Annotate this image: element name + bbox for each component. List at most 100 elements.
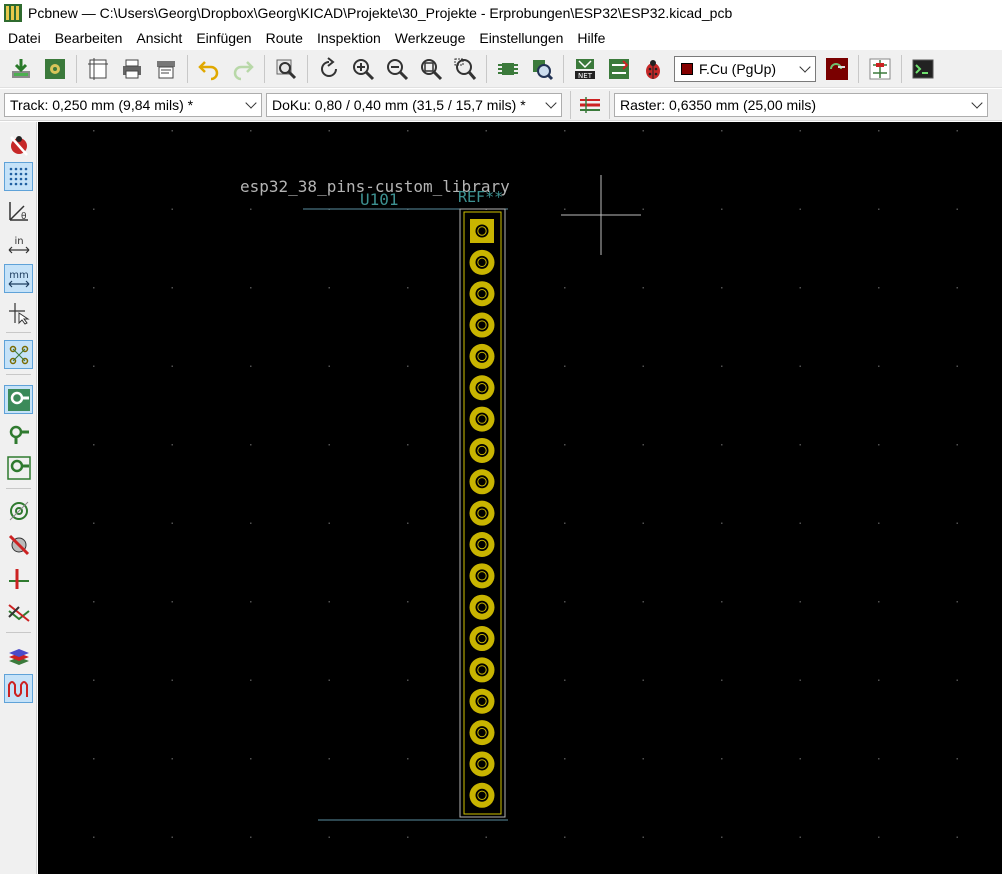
grid-dot: [564, 679, 566, 681]
toolbar-separator: [563, 54, 564, 83]
pad[interactable]: [469, 626, 495, 652]
grid-dot: [171, 208, 173, 210]
zoom-in-button[interactable]: [348, 54, 378, 84]
menu-datei[interactable]: Datei: [0, 27, 48, 49]
footprint-editor-button[interactable]: [493, 54, 523, 84]
pad[interactable]: [469, 312, 495, 338]
redo-button[interactable]: [228, 54, 258, 84]
zoom-fit-button[interactable]: [416, 54, 446, 84]
pad[interactable]: [469, 782, 495, 808]
drc-button[interactable]: [638, 54, 668, 84]
microwave-tools-button[interactable]: [865, 54, 895, 84]
track-sketch-button[interactable]: [4, 564, 33, 593]
pad[interactable]: [469, 281, 495, 307]
cursor-shape-button[interactable]: [4, 298, 33, 327]
netlist-icon: NET: [575, 58, 595, 80]
pcb-canvas[interactable]: esp32_38_pins-custom_library U101 REF**: [38, 122, 1002, 874]
menu-inspektion[interactable]: Inspektion: [310, 27, 388, 49]
options-toolbar: Track: 0,250 mm (9,84 mils) * DoKu: 0,80…: [0, 89, 1002, 121]
pad[interactable]: [469, 688, 495, 714]
microwave-toolbar-button[interactable]: [4, 674, 33, 703]
pad[interactable]: [469, 375, 495, 401]
menu-route[interactable]: Route: [259, 27, 310, 49]
board-setup-button[interactable]: [40, 54, 70, 84]
update-pcb-button[interactable]: [604, 54, 634, 84]
zoom-selection-button[interactable]: [450, 54, 480, 84]
layer-color-swatch: [681, 62, 693, 75]
grid-dot: [171, 287, 173, 289]
save-board-button[interactable]: [6, 54, 36, 84]
page-settings-button[interactable]: [83, 54, 113, 84]
auto-track-width-button[interactable]: [577, 92, 603, 118]
zone-sketch-icon: [6, 455, 31, 480]
pcb-view[interactable]: esp32_38_pins-custom_library U101 REF**: [38, 122, 1002, 874]
units-mm-button[interactable]: mm: [4, 264, 33, 293]
show-ratsnest-button[interactable]: [4, 340, 33, 369]
footprint-browser-icon: [533, 59, 554, 80]
undo-button[interactable]: [194, 54, 224, 84]
svg-text:in: in: [14, 236, 23, 247]
pad[interactable]: [469, 594, 495, 620]
layers-manager-button[interactable]: [4, 640, 33, 669]
print-button[interactable]: [117, 54, 147, 84]
via-sketch-button[interactable]: [4, 530, 33, 559]
grid-dot: [878, 679, 880, 681]
grid-dot: [407, 130, 409, 132]
track-width-value: Track: 0,250 mm (9,84 mils) *: [10, 96, 194, 113]
pad[interactable]: [469, 437, 495, 463]
footprint-browser-button[interactable]: [527, 54, 557, 84]
menu-einfuegen[interactable]: Einfügen: [189, 27, 258, 49]
zoom-out-button[interactable]: [382, 54, 412, 84]
via-size-select[interactable]: DoKu: 0,80 / 0,40 mm (31,5 / 15,7 mils) …: [266, 92, 562, 117]
ladybug-icon: [646, 59, 660, 79]
menu-werkzeuge[interactable]: Werkzeuge: [388, 27, 473, 49]
toolbar-separator: [76, 54, 77, 83]
grid-size-select[interactable]: Raster: 0,6350 mm (25,00 mils): [614, 92, 988, 117]
track-width-select[interactable]: Track: 0,250 mm (9,84 mils) *: [4, 92, 262, 117]
pad[interactable]: [469, 657, 495, 683]
grid-dot: [642, 758, 644, 760]
footprint-reference-text: REF**: [458, 188, 503, 206]
grid-dot: [407, 444, 409, 446]
units-inch-button[interactable]: in: [4, 230, 33, 259]
menu-ansicht[interactable]: Ansicht: [129, 27, 189, 49]
netlist-button[interactable]: NET: [570, 54, 600, 84]
auto-track-width-icon: [580, 96, 600, 113]
grid-dot: [956, 836, 958, 838]
menu-bearbeiten[interactable]: Bearbeiten: [48, 27, 130, 49]
drc-off-button[interactable]: [4, 130, 33, 159]
grid-dot: [250, 287, 252, 289]
redraw-button[interactable]: [314, 54, 344, 84]
plot-button[interactable]: [151, 54, 181, 84]
show-grid-button[interactable]: [4, 162, 33, 191]
layer-selector[interactable]: F.Cu (PgUp): [674, 55, 816, 82]
pad-1[interactable]: [470, 219, 494, 243]
pad[interactable]: [469, 343, 495, 369]
scripting-console-button[interactable]: [908, 54, 938, 84]
zone-fill-display-button[interactable]: [4, 385, 33, 414]
pad[interactable]: [469, 500, 495, 526]
grid-dot: [564, 208, 566, 210]
grid-dot: [250, 208, 252, 210]
pad[interactable]: [469, 751, 495, 777]
drc-off-icon: [9, 135, 28, 156]
grid-dot: [799, 444, 801, 446]
pad[interactable]: [469, 532, 495, 557]
zone-outline-display-button[interactable]: [4, 419, 33, 448]
high-contrast-button[interactable]: [4, 598, 33, 627]
grid-dot: [878, 444, 880, 446]
pad[interactable]: [469, 469, 495, 495]
menu-hilfe[interactable]: Hilfe: [570, 27, 612, 49]
polar-coords-button[interactable]: θ: [4, 196, 33, 225]
layer-pair-button[interactable]: [822, 54, 852, 84]
grid-dot: [721, 522, 723, 524]
menu-einstellungen[interactable]: Einstellungen: [472, 27, 570, 49]
pad-sketch-button[interactable]: [4, 496, 33, 525]
cursor-crosshair: [561, 175, 641, 255]
find-button[interactable]: [271, 54, 301, 84]
zone-sketch-display-button[interactable]: [4, 453, 33, 482]
pad[interactable]: [469, 406, 495, 432]
pad[interactable]: [469, 720, 495, 746]
pad[interactable]: [469, 249, 495, 275]
pad[interactable]: [469, 563, 495, 589]
